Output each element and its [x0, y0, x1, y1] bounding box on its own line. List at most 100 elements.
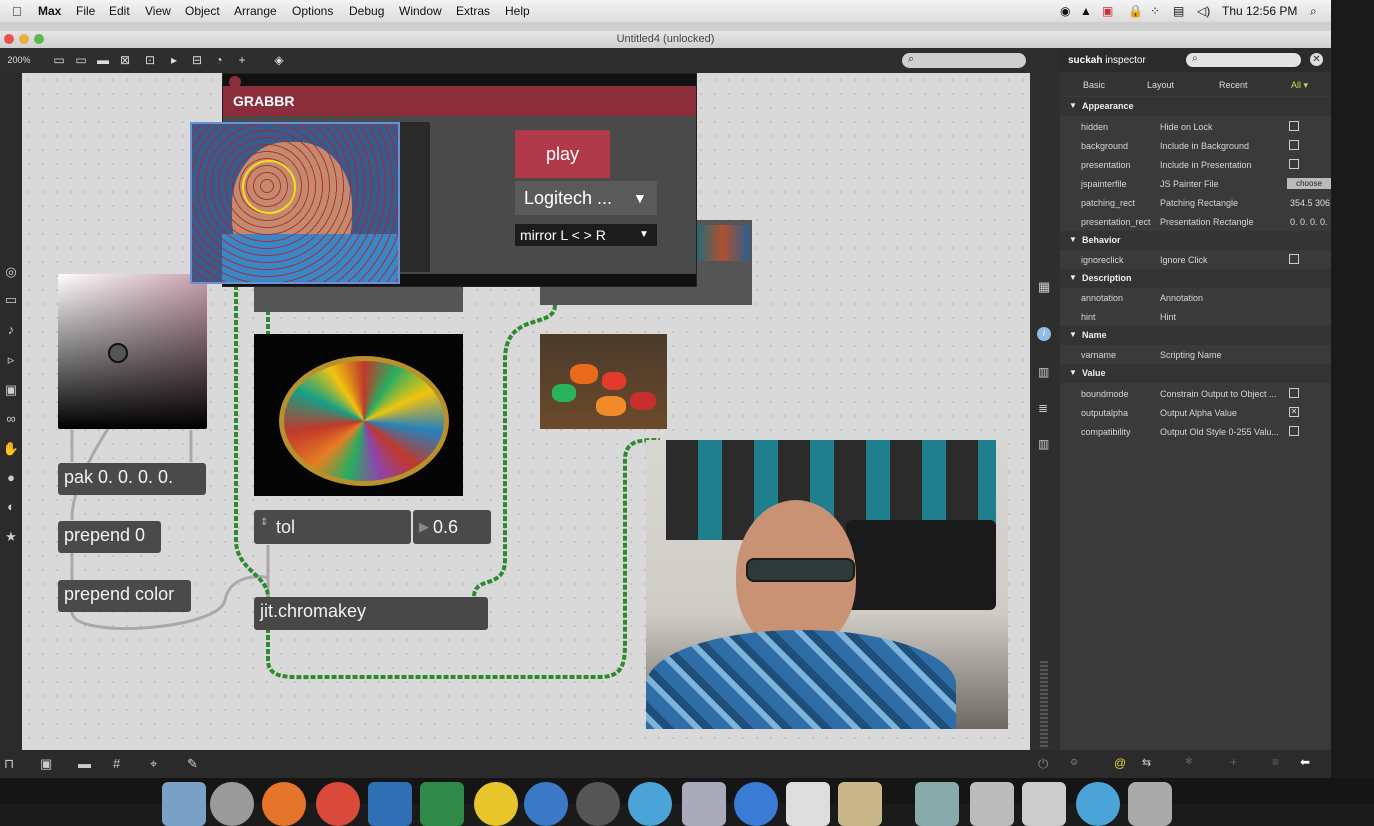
background-checkbox[interactable] [1289, 140, 1299, 150]
status-drive-icon[interactable]: ▲ [1080, 4, 1092, 18]
row-outputalpha[interactable]: outputalpha Output Alpha Value ✕ [1060, 403, 1331, 422]
add-icon[interactable]: + [1230, 755, 1237, 769]
dock-app-3-icon[interactable] [1076, 782, 1120, 826]
tab-layout[interactable]: Layout [1147, 80, 1174, 90]
list-icon[interactable]: ≣ [1038, 401, 1048, 415]
boundmode-checkbox[interactable] [1289, 388, 1299, 398]
lock-icon[interactable]: ⊓ [4, 756, 14, 772]
status-bluetooth-icon[interactable]: ⁘ [1150, 4, 1160, 18]
row-hint[interactable]: hint Hint [1060, 307, 1331, 326]
row-varname[interactable]: varname Scripting Name [1060, 345, 1331, 364]
presentation-checkbox[interactable] [1289, 159, 1299, 169]
row-jspainterfile[interactable]: jspainterfile JS Painter File choose [1060, 174, 1331, 193]
wheel-video-window[interactable] [254, 334, 463, 496]
dock-notes-icon[interactable] [786, 782, 830, 826]
section-behavior[interactable]: ▼ Behavior [1060, 231, 1331, 250]
dock-appstore-icon[interactable] [734, 782, 778, 826]
tol-attribute-box[interactable]: tol ⇕ [254, 510, 411, 544]
row-hidden[interactable]: hidden Hide on Lock [1060, 117, 1331, 136]
swatch-handle[interactable] [108, 343, 128, 363]
row-boundmode[interactable]: boundmode Constrain Output to Object ... [1060, 384, 1331, 403]
dock-mail-icon[interactable] [682, 782, 726, 826]
grid-toggle-icon[interactable]: # [113, 756, 120, 771]
dock-excel-icon[interactable] [420, 782, 464, 826]
choose-file-button[interactable]: choose [1287, 178, 1331, 189]
status-volume-icon[interactable]: ◁) [1197, 4, 1210, 18]
back-arrow-icon[interactable]: ⬅ [1300, 755, 1310, 769]
tab-basic[interactable]: Basic [1083, 80, 1105, 90]
prepend-0-message[interactable]: prepend 0 [58, 521, 161, 553]
hidden-checkbox[interactable] [1289, 121, 1299, 131]
tol-stepper-icon[interactable]: ⇕ [260, 506, 268, 540]
status-lock-icon[interactable]: 🔒 [1128, 4, 1143, 18]
tol-number-box[interactable]: ▶ 0.6 [413, 510, 491, 544]
row-presentation-rect[interactable]: presentation_rect Presentation Rectangle 0… [1060, 212, 1331, 231]
comment-bubble-icon[interactable]: ▬ [78, 756, 91, 771]
row-annotation[interactable]: annotation Annotation [1060, 288, 1331, 307]
align-icon[interactable]: ⇆ [1142, 756, 1151, 769]
chevron-down-icon: ▼ [633, 190, 647, 206]
dock-app-icon[interactable] [474, 782, 518, 826]
menu-icon[interactable]: ≡ [1272, 755, 1279, 769]
info-icon[interactable]: i [1037, 327, 1051, 341]
dock-clock-icon[interactable] [576, 782, 620, 826]
section-description[interactable]: ▼ Description [1060, 269, 1331, 288]
dock-word-icon[interactable] [368, 782, 412, 826]
power-icon[interactable]: ⏻ [1038, 756, 1048, 772]
dock-app-2-icon[interactable] [628, 782, 672, 826]
suckah-object-selected[interactable] [190, 122, 400, 284]
color-swatch-picker[interactable] [58, 274, 207, 429]
dock-folder-icon[interactable] [1022, 782, 1066, 826]
dock-trash-icon[interactable] [1128, 782, 1172, 826]
camera-device-dropdown[interactable]: Logitech ... ▼ [515, 181, 657, 215]
row-presentation[interactable]: presentation Include in Presentation [1060, 155, 1331, 174]
section-appearance[interactable]: ▼ Appearance [1060, 97, 1331, 116]
grid-icon[interactable]: ▦ [1038, 279, 1050, 295]
dock-launchpad-icon[interactable] [210, 782, 254, 826]
inspector-search-input[interactable]: ⌕ [1186, 53, 1301, 67]
mirror-dropdown[interactable]: mirror L < > R ▼ [515, 224, 657, 246]
status-flag-icon[interactable]: ▤ [1173, 4, 1184, 18]
pots-image-window[interactable] [540, 334, 667, 429]
macos-dock [0, 778, 1374, 826]
compatibility-checkbox[interactable] [1289, 426, 1299, 436]
spotlight-search-icon[interactable]: ⌕ [1310, 4, 1317, 19]
dock-firefox-icon[interactable] [262, 782, 306, 826]
dock-downloads-icon[interactable] [915, 782, 959, 826]
tab-all[interactable]: All ▾ [1291, 80, 1308, 91]
settings-gear-icon[interactable]: ⚙ [1070, 757, 1078, 768]
reference-icon[interactable]: ▥ [1038, 437, 1049, 451]
section-value[interactable]: ▼ Value [1060, 364, 1331, 383]
book-icon[interactable]: ▥ [1038, 365, 1049, 379]
grab-object-strip[interactable] [254, 284, 463, 312]
dock-stickies-icon[interactable] [838, 782, 882, 826]
play-button[interactable]: play [515, 130, 610, 178]
row-background[interactable]: background Include in Background [1060, 136, 1331, 155]
dock-documents-icon[interactable] [970, 782, 1014, 826]
status-target-icon[interactable]: ◉ [1060, 4, 1070, 18]
at-icon[interactable]: @ [1114, 756, 1126, 770]
close-icon[interactable]: ✕ [1310, 53, 1323, 66]
row-ignoreclick[interactable]: ignoreclick Ignore Click [1060, 250, 1331, 269]
inspector-header: suckah inspector ⌕ ✕ [1060, 48, 1331, 72]
row-compatibility[interactable]: compatibility Output Old Style 0-255 Valu… [1060, 422, 1331, 441]
pak-object[interactable]: pak 0. 0. 0. 0. [58, 463, 206, 495]
orange-pot-2 [596, 396, 626, 416]
section-name[interactable]: ▼ Name [1060, 326, 1331, 345]
outputalpha-checkbox-checked[interactable]: ✕ [1289, 407, 1299, 417]
ignoreclick-checkbox[interactable] [1289, 254, 1299, 264]
prepend-color-message[interactable]: prepend color [58, 580, 191, 612]
snap-icon[interactable]: ⌖ [150, 756, 157, 772]
snowflake-icon[interactable]: ✻ [1185, 756, 1193, 767]
jit-chromakey-object[interactable]: jit.chromakey [254, 597, 488, 630]
presentation-icon[interactable]: ▣ [40, 756, 52, 772]
dock-chrome-icon[interactable] [316, 782, 360, 826]
row-patching-rect[interactable]: patching_rect Patching Rectangle 354.5 306 [1060, 193, 1331, 212]
status-shield-icon[interactable]: ▣ [1102, 4, 1113, 18]
dock-finder-icon[interactable] [162, 782, 206, 826]
dock-safari-icon[interactable] [524, 782, 568, 826]
wrench-icon[interactable]: ✎ [187, 756, 198, 772]
menubar-clock[interactable]: Thu 12:56 PM [1222, 4, 1297, 18]
chromakey-output-window[interactable] [646, 440, 1008, 729]
tab-recent[interactable]: Recent [1219, 80, 1248, 90]
